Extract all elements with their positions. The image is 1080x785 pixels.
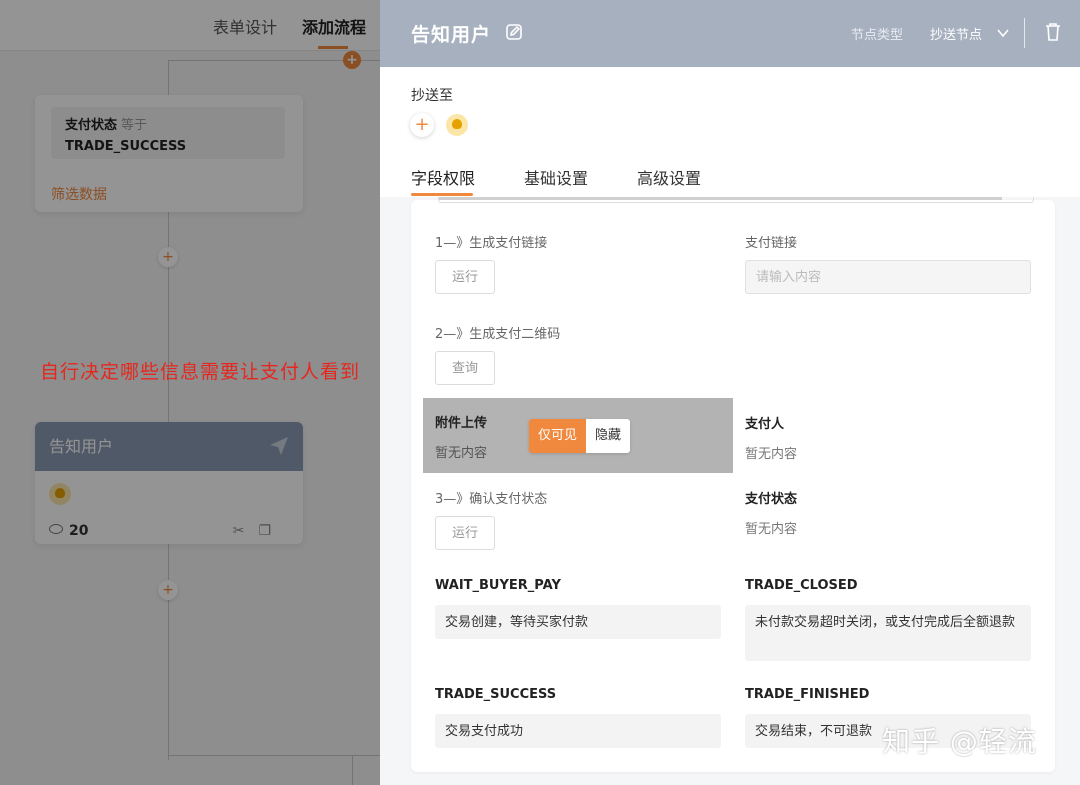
add-recipient-button[interactable]: + — [410, 113, 434, 137]
run-button[interactable]: 运行 — [435, 260, 495, 294]
trash-icon[interactable] — [1045, 22, 1061, 42]
visible-only-option[interactable]: 仅可见 — [529, 419, 587, 453]
pay-link-label: 支付链接 — [745, 236, 798, 251]
status-code: TRADE_SUCCESS — [435, 687, 557, 702]
edit-icon[interactable] — [505, 23, 523, 41]
hide-option[interactable]: 隐藏 — [586, 419, 631, 453]
attachment-field-row[interactable]: 附件上传 暂无内容 仅可见 隐藏 — [423, 398, 733, 473]
chevron-down-icon[interactable] — [996, 26, 1010, 40]
attachment-empty: 暂无内容 — [435, 446, 488, 461]
tab-basic-settings[interactable]: 基础设置 — [524, 165, 588, 189]
tab-advanced-settings[interactable]: 高级设置 — [637, 165, 701, 189]
status-code: TRADE_CLOSED — [745, 578, 858, 593]
node-type-select[interactable]: 抄送节点 — [930, 24, 982, 43]
drawer-header: 告知用户 节点类型 抄送节点 — [380, 0, 1080, 67]
active-tab-indicator — [411, 193, 473, 196]
pay-status-label: 支付状态 — [745, 492, 798, 507]
step3-label: 3—》确认支付状态 — [435, 492, 548, 507]
cc-label: 抄送至 — [411, 88, 453, 104]
pay-status-empty: 暂无内容 — [745, 522, 798, 537]
node-type-label: 节点类型 — [851, 28, 904, 43]
annotation-text: 自行决定哪些信息需要让支付人看到 — [40, 361, 361, 383]
step1-label: 1—》生成支付链接 — [435, 236, 548, 251]
drawer-title: 告知用户 — [411, 24, 492, 46]
field-permissions-panel: 1—》生成支付链接 运行 支付链接 请输入内容 2—》生成支付二维码 查询 附件… — [411, 197, 1055, 772]
cc-recipients-section: 抄送至 + 字段权限 基础设置 高级设置 — [380, 67, 1080, 197]
status-description: 交易支付成功 — [435, 714, 721, 748]
payer-label: 支付人 — [745, 417, 785, 432]
status-code: TRADE_FINISHED — [745, 687, 870, 702]
status-description: 未付款交易超时关闭，或支付完成后全额退款 — [745, 605, 1031, 661]
status-description: 交易创建，等待买家付款 — [435, 605, 721, 639]
node-settings-drawer: 告知用户 节点类型 抄送节点 抄送至 + 字段权限 基础设置 高级设置 1—》生… — [380, 0, 1080, 785]
modal-overlay[interactable] — [0, 0, 380, 785]
tab-field-permissions[interactable]: 字段权限 — [411, 165, 475, 189]
payer-empty: 暂无内容 — [745, 447, 798, 462]
attachment-label: 附件上传 — [435, 416, 488, 431]
query-button[interactable]: 查询 — [435, 351, 495, 385]
header-divider — [1024, 18, 1025, 48]
visibility-toggle[interactable]: 仅可见 隐藏 — [529, 419, 631, 453]
recipient-avatar[interactable] — [446, 114, 468, 136]
pay-link-input[interactable]: 请输入内容 — [745, 260, 1031, 294]
status-code: WAIT_BUYER_PAY — [435, 578, 561, 593]
watermark: 知乎 @轻流 — [882, 725, 1037, 758]
step2-label: 2—》生成支付二维码 — [435, 327, 561, 342]
run-button[interactable]: 运行 — [435, 516, 495, 550]
horizontal-scrollbar[interactable] — [438, 197, 1034, 203]
